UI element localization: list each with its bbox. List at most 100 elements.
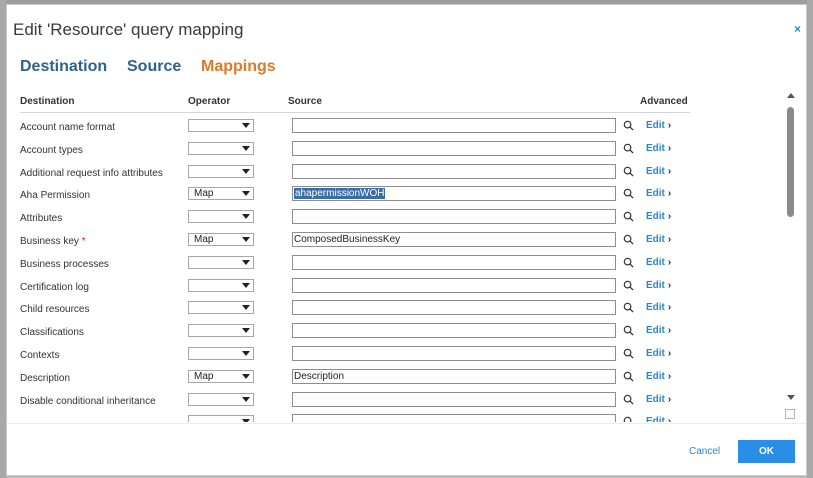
chevron-down-icon [242, 123, 250, 128]
search-icon[interactable] [623, 348, 634, 359]
search-icon[interactable] [623, 371, 634, 382]
chevron-right-icon: › [667, 279, 672, 291]
chevron-down-icon [242, 145, 250, 151]
edit-link[interactable]: Edit › [646, 348, 671, 359]
destination-label: Business processes [20, 259, 109, 270]
destination-label: Certification log [20, 282, 89, 293]
search-icon[interactable] [623, 280, 634, 291]
edit-link[interactable]: Edit › [646, 120, 671, 131]
close-icon[interactable]: × [794, 22, 801, 36]
search-icon[interactable] [623, 257, 634, 268]
tab-destination[interactable]: Destination [20, 58, 107, 76]
search-icon[interactable] [623, 143, 634, 154]
search-icon[interactable] [623, 166, 634, 177]
table-row: Classifications Edit › [20, 322, 690, 345]
table-row: Additional request info attributes Edit › [20, 163, 690, 186]
destination-label: Attributes [20, 213, 62, 224]
source-input[interactable] [292, 163, 616, 179]
cancel-button[interactable]: Cancel [689, 446, 720, 457]
source-input[interactable] [292, 414, 616, 422]
edit-link[interactable]: Edit › [646, 234, 671, 245]
search-icon[interactable] [623, 188, 634, 199]
source-value: ahapermissionWOH [294, 188, 386, 200]
destination-label: Classifications [20, 327, 84, 338]
source-input[interactable]: ahapermissionWOH [292, 186, 616, 202]
source-input[interactable] [292, 391, 616, 407]
edit-link[interactable]: Edit › [646, 280, 671, 291]
resize-grip-icon[interactable] [785, 409, 795, 419]
source-input[interactable] [292, 300, 616, 316]
chevron-right-icon: › [667, 393, 672, 405]
destination-text: Disable conditional inheritance [20, 395, 156, 407]
query-mapping-dialog: Edit 'Resource' query mapping × Destinat… [6, 4, 807, 476]
chevron-right-icon: › [667, 325, 672, 337]
tab-source[interactable]: Source [127, 58, 181, 76]
destination-label: Description [20, 373, 70, 384]
edit-label: Edit [646, 188, 665, 200]
chevron-right-icon: › [667, 211, 672, 223]
scrollbar-thumb[interactable] [787, 107, 794, 217]
edit-link[interactable]: Edit › [646, 325, 671, 336]
search-icon[interactable] [623, 211, 634, 222]
operator-select[interactable]: Map [188, 233, 254, 246]
table-scrollbar[interactable] [786, 93, 798, 407]
operator-select[interactable]: Map [188, 187, 254, 201]
operator-select[interactable] [188, 164, 254, 178]
search-icon[interactable] [623, 120, 634, 131]
chevron-down-icon [242, 373, 250, 379]
operator-select[interactable] [188, 324, 254, 338]
table-row: Contexts Edit › [20, 345, 690, 368]
edit-label: Edit [646, 416, 665, 422]
operator-select[interactable] [188, 392, 254, 406]
chevron-down-icon [242, 191, 250, 197]
edit-link[interactable]: Edit › [646, 143, 671, 154]
source-input[interactable] [292, 323, 616, 339]
scroll-up-icon[interactable] [787, 93, 795, 98]
edit-link[interactable]: Edit › [646, 188, 671, 199]
destination-text: Attributes [20, 213, 63, 225]
source-input[interactable] [292, 118, 616, 133]
chevron-down-icon [242, 168, 250, 174]
edit-link[interactable]: Edit › [646, 166, 671, 177]
operator-select[interactable] [188, 301, 254, 315]
source-input[interactable] [292, 209, 616, 225]
operator-select[interactable] [188, 141, 254, 155]
edit-link[interactable]: Edit › [646, 394, 671, 405]
search-icon[interactable] [623, 302, 634, 313]
edit-link[interactable]: Edit › [646, 416, 671, 422]
chevron-down-icon [242, 282, 250, 288]
edit-label: Edit [646, 211, 665, 223]
source-input[interactable] [292, 277, 616, 293]
edit-link[interactable]: Edit › [646, 371, 671, 382]
tab-mappings[interactable]: Mappings [201, 58, 276, 76]
search-icon[interactable] [623, 234, 634, 245]
edit-link[interactable]: Edit › [646, 211, 671, 222]
edit-link[interactable]: Edit › [646, 302, 671, 313]
operator-select[interactable] [188, 255, 254, 269]
operator-select[interactable] [188, 415, 254, 422]
edit-link[interactable]: Edit › [646, 257, 671, 268]
chevron-down-icon [242, 259, 250, 265]
search-icon[interactable] [623, 416, 634, 422]
operator-select[interactable] [188, 210, 254, 224]
operator-select[interactable]: Map [188, 369, 254, 383]
operator-select[interactable] [188, 278, 254, 292]
operator-select[interactable] [188, 119, 254, 132]
chevron-right-icon: › [667, 348, 672, 359]
search-icon[interactable] [623, 325, 634, 336]
scroll-down-icon[interactable] [787, 395, 795, 400]
search-icon[interactable] [623, 394, 634, 405]
edit-label: Edit [646, 393, 665, 405]
source-input[interactable] [292, 346, 616, 361]
source-input[interactable] [292, 254, 616, 270]
table-row: Account types Edit › [20, 140, 690, 163]
source-input[interactable]: Description [292, 368, 616, 384]
source-input[interactable]: ComposedBusinessKey [292, 232, 616, 247]
destination-text: Contexts [20, 350, 60, 361]
table-row: Description Map Description Edit › [20, 368, 690, 391]
ok-button[interactable]: OK [738, 440, 795, 463]
chevron-down-icon [242, 351, 250, 356]
source-input[interactable] [292, 140, 616, 156]
operator-select[interactable] [188, 347, 254, 360]
chevron-right-icon: › [667, 234, 672, 245]
